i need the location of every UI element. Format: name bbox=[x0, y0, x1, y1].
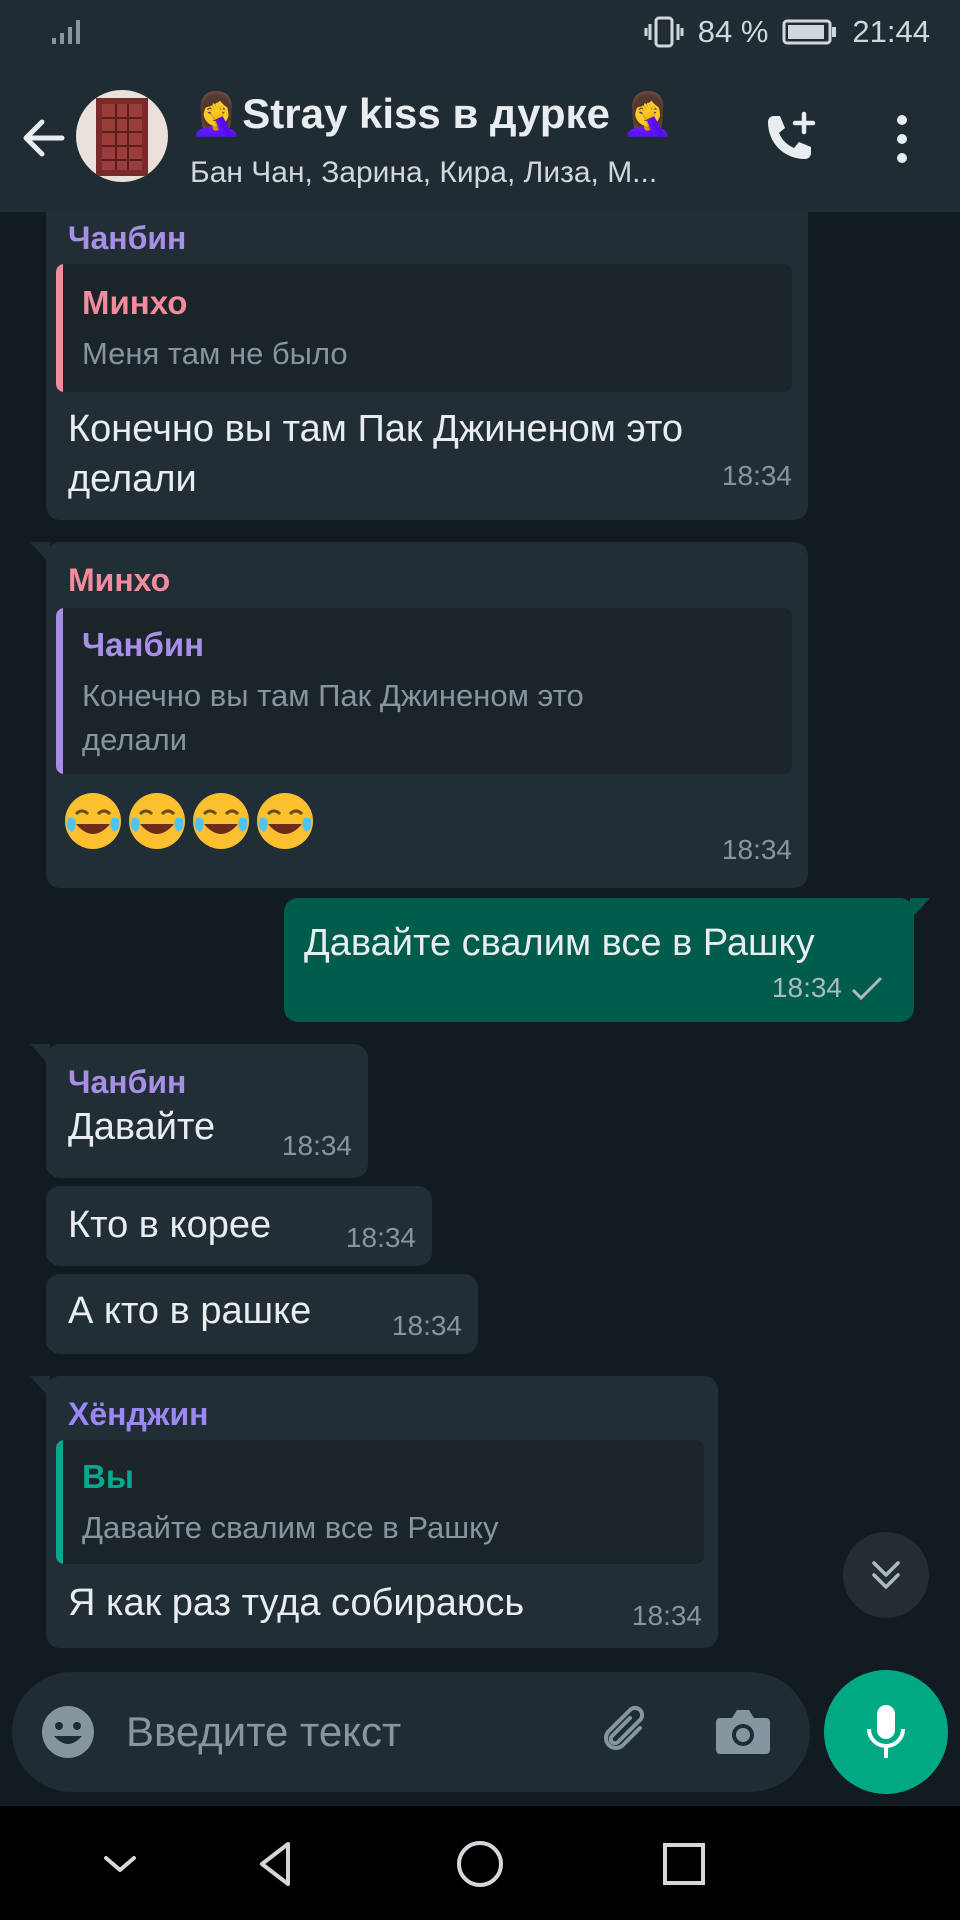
scroll-to-bottom-button[interactable] bbox=[843, 1532, 929, 1618]
message-sender: Минхо bbox=[68, 562, 171, 598]
message-time: 18:34 bbox=[631, 1600, 702, 1631]
message-time: 18:34 bbox=[281, 1130, 352, 1161]
quoted-message[interactable]: Минхо Меня там не было bbox=[56, 264, 792, 392]
composer bbox=[12, 1672, 810, 1792]
message-bubble-outgoing[interactable]: Давайте свалим все в Рашку 18:34 bbox=[284, 898, 930, 1022]
quoted-sender: Минхо bbox=[82, 284, 188, 321]
face-with-tears-of-joy-icon bbox=[129, 793, 185, 849]
face-with-tears-of-joy-icon bbox=[193, 793, 249, 849]
message-list[interactable]: Чанбин Минхо Меня там не было Конечно вы… bbox=[0, 212, 960, 1678]
message-bubble[interactable]: Минхо Чанбин Конечно вы там Пак Джиненом… bbox=[30, 542, 808, 888]
emoji-row bbox=[62, 790, 316, 852]
message-bubble[interactable]: Чанбин Минхо Меня там не было Конечно вы… bbox=[46, 212, 808, 520]
emoji-icon[interactable] bbox=[40, 1704, 96, 1760]
signal-icon bbox=[52, 20, 80, 44]
vibrate-icon bbox=[644, 16, 684, 48]
message-time: 18:34 bbox=[391, 1310, 462, 1341]
home-circle-icon[interactable] bbox=[452, 1836, 508, 1892]
voice-record-button[interactable] bbox=[824, 1670, 948, 1794]
message-text: А кто в рашке bbox=[68, 1290, 312, 1332]
attach-icon[interactable] bbox=[596, 1700, 658, 1762]
message-text: Давайте bbox=[68, 1106, 216, 1148]
message-text: Давайте свалим все в Рашку bbox=[304, 922, 815, 964]
message-time: 18:34 bbox=[721, 460, 792, 491]
recents-square-icon[interactable] bbox=[656, 1836, 712, 1892]
single-check-icon bbox=[851, 976, 883, 1001]
back-arrow-icon[interactable] bbox=[18, 112, 70, 164]
quoted-sender: Вы bbox=[82, 1458, 135, 1495]
quoted-message[interactable]: Вы Давайте свалим все в Рашку bbox=[56, 1440, 704, 1564]
double-chevron-down-icon bbox=[872, 1561, 900, 1589]
chat-header: 🤦‍♀️Stray kiss в дурке 🤦‍♀️ Бан Чан, Зар… bbox=[0, 64, 960, 212]
microphone-icon bbox=[867, 1705, 905, 1758]
group-avatar[interactable] bbox=[76, 90, 168, 182]
message-bubble[interactable]: Хёнджин Вы Давайте свалим все в Рашку Я … bbox=[30, 1376, 718, 1648]
camera-icon[interactable] bbox=[712, 1702, 774, 1760]
battery-icon bbox=[782, 19, 837, 45]
clock: 21:44 bbox=[852, 14, 930, 49]
message-text: Конечно вы там Пак Джиненом это делали bbox=[68, 408, 684, 500]
quoted-text: Меня там не было bbox=[82, 336, 348, 371]
face-with-tears-of-joy-icon bbox=[65, 793, 121, 849]
status-bar: 84 % 21:44 bbox=[0, 0, 960, 64]
message-text: Я как раз туда собираюсь bbox=[68, 1582, 525, 1624]
quoted-text: Давайте свалим все в Рашку bbox=[82, 1510, 499, 1545]
system-nav-bar bbox=[0, 1806, 960, 1920]
message-time: 18:34 bbox=[345, 1222, 416, 1253]
message-bubble[interactable]: А кто в рашке 18:34 bbox=[46, 1274, 478, 1354]
message-time: 18:34 bbox=[771, 972, 842, 1003]
quoted-message[interactable]: Чанбин Конечно вы там Пак Джиненом это д… bbox=[56, 608, 792, 774]
message-bubble[interactable]: Чанбин Давайте 18:34 bbox=[30, 1044, 368, 1178]
message-bubble[interactable]: Кто в корее 18:34 bbox=[46, 1186, 432, 1266]
chevron-down-icon[interactable] bbox=[92, 1836, 148, 1892]
message-sender: Чанбин bbox=[68, 220, 187, 256]
chat-title[interactable]: 🤦‍♀️Stray kiss в дурке 🤦‍♀️ bbox=[190, 90, 674, 139]
message-sender: Чанбин bbox=[68, 1064, 187, 1100]
message-time: 18:34 bbox=[721, 834, 792, 865]
quoted-text: Конечно вы там Пак Джиненом это делали bbox=[82, 678, 584, 757]
quoted-sender: Чанбин bbox=[82, 626, 205, 663]
chat-members[interactable]: Бан Чан, Зарина, Кира, Лиза, М... bbox=[190, 156, 730, 190]
message-text: Кто в корее bbox=[68, 1204, 272, 1246]
message-input[interactable] bbox=[126, 1694, 566, 1770]
add-call-icon[interactable] bbox=[758, 110, 820, 170]
message-sender: Хёнджин bbox=[68, 1396, 209, 1432]
battery-percent: 84 % bbox=[697, 14, 769, 49]
face-with-tears-of-joy-icon bbox=[257, 793, 313, 849]
more-options-icon[interactable] bbox=[880, 112, 924, 166]
back-triangle-icon[interactable] bbox=[248, 1836, 304, 1892]
